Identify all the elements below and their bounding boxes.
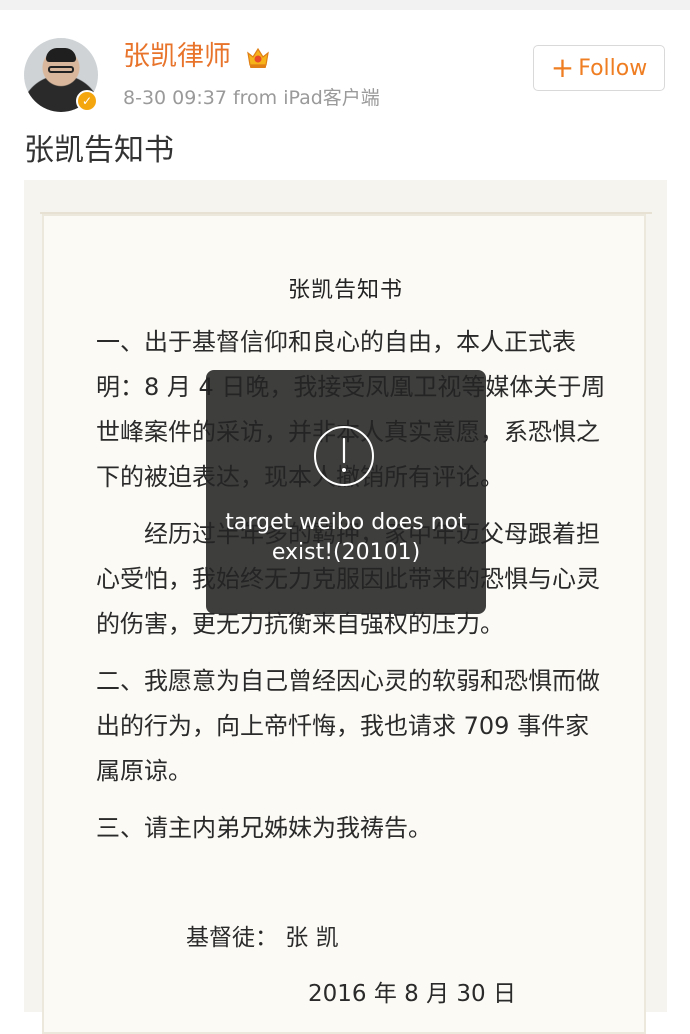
- post-meta: 8-30 09:37 from iPad客户端: [123, 87, 380, 109]
- document-paragraph: 三、请主内弟兄姊妹为我祷告。: [96, 814, 432, 842]
- follow-label: Follow: [578, 55, 648, 81]
- username[interactable]: 张凯律师: [123, 40, 231, 74]
- top-strip: [0, 0, 690, 10]
- post-text: 张凯告知书: [24, 133, 174, 168]
- exclamation-circle-icon: [314, 426, 374, 486]
- document-paragraph: 二、我愿意为自己曾经因心灵的软弱和恐惧而做出的行为，向上帝忏悔，我也请求 709…: [96, 667, 600, 785]
- vip-crown-icon: [247, 47, 269, 68]
- avatar-glasses: [48, 66, 74, 73]
- avatar-hair: [46, 48, 76, 62]
- toast-message: target weibo does not exist!(20101): [225, 510, 467, 565]
- document-signature: 基督徒： 张 凯: [186, 925, 339, 951]
- plus-icon: +: [550, 51, 575, 84]
- document-date: 2016 年 8 月 30 日: [308, 981, 516, 1007]
- verified-badge-icon: ✓: [76, 90, 98, 112]
- error-toast: target weibo does not exist!(20101): [206, 370, 486, 614]
- follow-button[interactable]: + Follow: [533, 45, 665, 91]
- document-title: 张凯告知书: [287, 278, 403, 303]
